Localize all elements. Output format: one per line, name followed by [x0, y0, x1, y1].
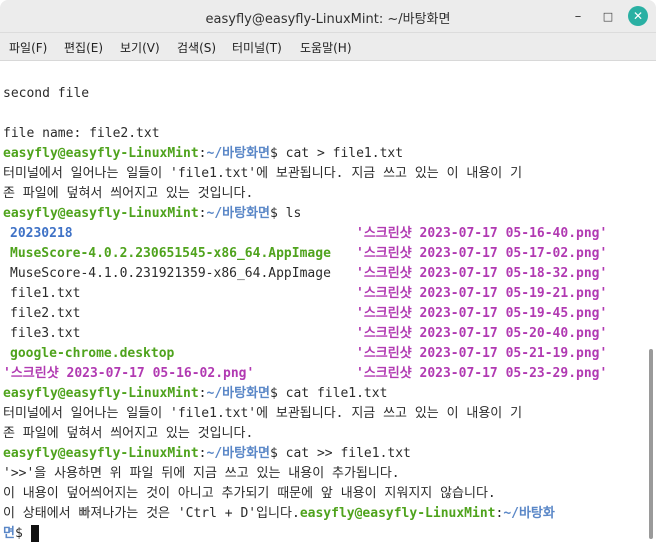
terminal-window: easyfly@easyfly-LinuxMint: ~/바탕화면 – □ ✕ …	[0, 0, 656, 545]
prompt-suffix: $	[270, 206, 286, 221]
ls-image-file: '스크린샷 2023-07-17 05-23-29.png'	[356, 366, 608, 381]
prompt-path: ~/바탕화면	[206, 146, 271, 161]
window-title: easyfly@easyfly-LinuxMint: ~/바탕화면	[205, 12, 451, 27]
ls-file: file3.txt	[10, 326, 81, 341]
menu-search[interactable]: 검색(S)	[177, 39, 216, 56]
output-line: second file	[3, 86, 90, 101]
menu-edit[interactable]: 편집(E)	[64, 39, 103, 56]
prompt-user: easyfly@easyfly-LinuxMint	[299, 506, 496, 521]
scrollbar-thumb[interactable]	[649, 349, 653, 539]
minimize-button[interactable]: –	[568, 6, 588, 26]
command-text: cat > file1.txt	[285, 146, 404, 161]
prompt-line: easyfly@easyfly-LinuxMint:~/바탕화면$ cat > …	[3, 144, 403, 164]
maximize-button[interactable]: □	[598, 6, 618, 26]
output-line: 이 상태에서 빠져나가는 것은 'Ctrl + D'입니다.easyfly@ea…	[3, 504, 555, 524]
ls-image-file: '스크린샷 2023-07-17 05-17-02.png'	[356, 246, 608, 261]
ls-image-file: '스크린샷 2023-07-17 05-19-45.png'	[356, 306, 608, 321]
menu-bar: 파일(F) 편집(E) 보기(V) 검색(S) 터미널(T) 도움말(H)	[0, 33, 656, 61]
output-line: file name: file2.txt	[3, 126, 160, 141]
ls-file: file2.txt	[10, 306, 81, 321]
prompt-path: ~/바탕화면	[206, 386, 271, 401]
output-line: 터미널에서 일어나는 일들이 'file1.txt'에 보관됩니다. 지금 쓰고…	[3, 166, 523, 181]
ls-directory: 20230218	[10, 226, 73, 241]
ls-image-file: '스크린샷 2023-07-17 05-21-19.png'	[356, 346, 608, 361]
command-text: cat file1.txt	[285, 386, 388, 401]
prompt-separator: :	[198, 386, 207, 401]
menu-file[interactable]: 파일(F)	[9, 39, 47, 56]
ls-image-file: '스크린샷 2023-07-17 05-18-32.png'	[356, 266, 608, 281]
output-line: 터미널에서 일어나는 일들이 'file1.txt'에 보관됩니다. 지금 쓰고…	[3, 406, 523, 421]
prompt-separator: :	[198, 146, 207, 161]
ls-image-file: '스크린샷 2023-07-17 05-19-21.png'	[356, 286, 608, 301]
ls-executable: MuseScore-4.0.2.230651545-x86_64.AppImag…	[10, 246, 331, 261]
prompt-user: easyfly@easyfly-LinuxMint	[3, 146, 199, 161]
menu-terminal[interactable]: 터미널(T)	[232, 39, 282, 56]
terminal-output[interactable]: second file file name: file2.txt easyfly…	[0, 61, 645, 545]
prompt-suffix: $	[270, 446, 286, 461]
title-bar[interactable]: easyfly@easyfly-LinuxMint: ~/바탕화면 – □ ✕	[0, 0, 656, 33]
close-button[interactable]: ✕	[628, 6, 648, 26]
prompt-line: easyfly@easyfly-LinuxMint:~/바탕화면$ cat >>…	[3, 444, 411, 464]
output-line: 이 내용이 덮어씌어지는 것이 아니고 추가되기 때문에 앞 내용이 지워지지 …	[3, 486, 496, 501]
prompt-separator: :	[198, 206, 207, 221]
output-text: 이 상태에서 빠져나가는 것은 'Ctrl + D'입니다.	[3, 506, 300, 521]
output-line: 존 파일에 덮혀서 씌어지고 있는 것입니다.	[3, 426, 254, 441]
prompt-line: easyfly@easyfly-LinuxMint:~/바탕화면$ cat fi…	[3, 384, 387, 404]
prompt-separator: :	[198, 446, 207, 461]
prompt-user: easyfly@easyfly-LinuxMint	[3, 386, 199, 401]
prompt-path: ~/바탕화	[503, 506, 555, 521]
ls-executable: google-chrome.desktop	[10, 346, 175, 361]
prompt-suffix: $	[270, 386, 286, 401]
text-cursor	[30, 525, 39, 542]
command-text: cat >> file1.txt	[285, 446, 411, 461]
ls-image-file: '스크린샷 2023-07-17 05-16-40.png'	[356, 226, 608, 241]
prompt-user: easyfly@easyfly-LinuxMint	[3, 206, 199, 221]
prompt-suffix: $	[14, 526, 31, 541]
output-line: '>>'을 사용하면 위 파일 뒤에 지금 쓰고 있는 내용이 추가됩니다.	[3, 466, 400, 481]
ls-file: file1.txt	[10, 286, 81, 301]
menu-view[interactable]: 보기(V)	[120, 39, 160, 56]
output-line: 존 파일에 덮혀서 씌어지고 있는 것입니다.	[3, 186, 254, 201]
prompt-path: ~/바탕화면	[206, 446, 271, 461]
prompt-path: ~/바탕화면	[206, 206, 271, 221]
prompt-user: easyfly@easyfly-LinuxMint	[3, 446, 199, 461]
prompt-line: 면$	[3, 524, 39, 544]
vertical-scrollbar[interactable]	[647, 61, 656, 545]
prompt-path: 면	[3, 526, 15, 541]
prompt-suffix: $	[270, 146, 286, 161]
prompt-line: easyfly@easyfly-LinuxMint:~/바탕화면$ ls	[3, 204, 301, 224]
ls-image-file: '스크린샷 2023-07-17 05-20-40.png'	[356, 326, 608, 341]
command-text: ls	[285, 206, 302, 221]
ls-file: MuseScore-4.1.0.231921359-x86_64.AppImag…	[10, 266, 331, 281]
ls-image-file: '스크린샷 2023-07-17 05-16-02.png'	[3, 366, 255, 381]
menu-help[interactable]: 도움말(H)	[300, 39, 352, 56]
